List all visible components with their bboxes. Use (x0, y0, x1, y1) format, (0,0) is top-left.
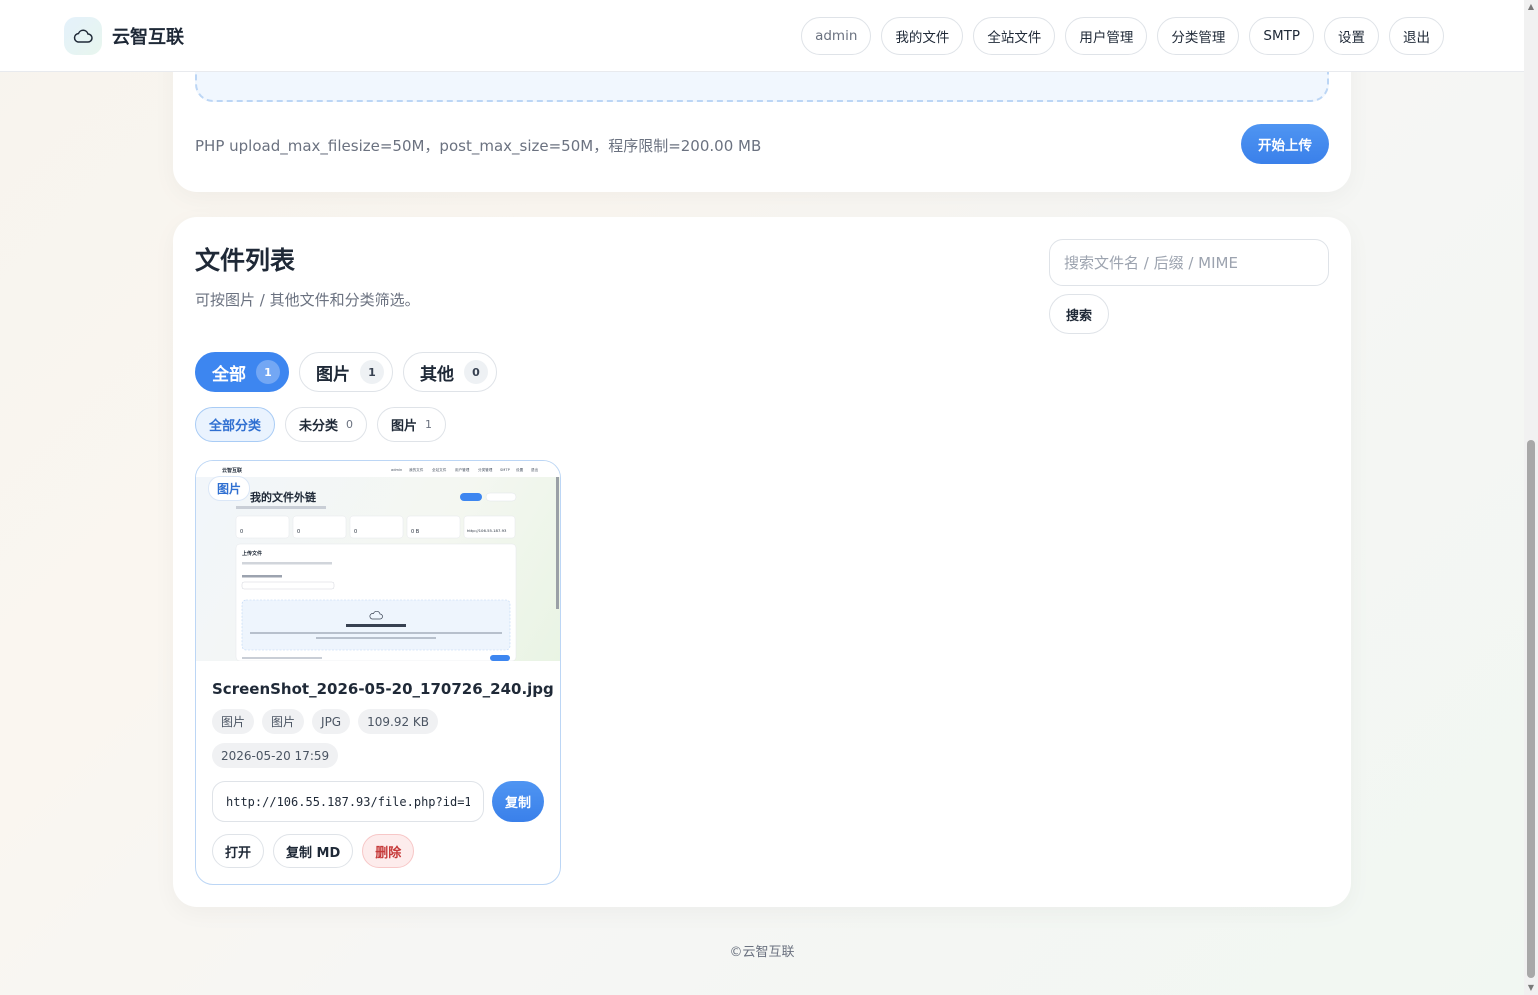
category-tab-label: 全部分类 (209, 419, 262, 434)
footer-copyright: ©云智互联 (729, 945, 795, 960)
meta-chip-type: 图片 (212, 709, 255, 734)
type-tab-other[interactable]: 其他 0 (403, 352, 497, 392)
category-tab-label: 未分类 (299, 419, 339, 434)
copy-link-button[interactable]: 复制 (492, 781, 544, 822)
category-tab-uncategorized[interactable]: 未分类 0 (285, 407, 368, 442)
nav-user-admin[interactable]: admin (801, 17, 872, 55)
svg-text:admin: admin (391, 468, 402, 472)
file-link-field[interactable] (212, 781, 484, 822)
nav-category-management[interactable]: 分类管理 (1157, 17, 1240, 55)
type-tab-count: 0 (464, 360, 488, 384)
thumb-section-title: 上传文件 (242, 550, 262, 557)
file-name: ScreenShot_2026-05-20_170726_240.jpg (212, 680, 554, 698)
start-upload-button[interactable]: 开始上传 (1241, 124, 1329, 164)
svg-text:分类管理: 分类管理 (478, 467, 493, 472)
category-filter-tabs: 全部分类 未分类 0 图片 1 (195, 407, 447, 442)
category-tab-all[interactable]: 全部分类 (195, 407, 276, 442)
type-tab-label: 其他 (420, 364, 454, 385)
file-date-row: 2026-05-20 17:59 (212, 743, 339, 768)
category-tab-count: 1 (425, 418, 433, 431)
file-meta-row: 图片 图片 JPG 109.92 KB (212, 709, 439, 734)
file-card: 图片 云智互联 admin 我的文件 全站文件 用户管理 分类管理 SMTP 设… (195, 460, 561, 885)
thumb-brand: 云智互联 (222, 467, 242, 474)
brand-name: 云智互联 (112, 27, 184, 48)
meta-chip-extension: JPG (312, 709, 351, 734)
thumbnail-preview-image: 云智互联 admin 我的文件 全站文件 用户管理 分类管理 SMTP 设置 退… (196, 461, 560, 661)
nav-site-files[interactable]: 全站文件 (973, 17, 1056, 55)
category-tab-images[interactable]: 图片 1 (377, 407, 447, 442)
scroll-up-arrow-icon[interactable]: ▲ (1526, 2, 1536, 12)
type-tab-label: 全部 (212, 364, 246, 385)
file-list-subtitle: 可按图片 / 其他文件和分类筛选。 (195, 291, 420, 309)
svg-text:全站文件: 全站文件 (432, 467, 447, 472)
delete-file-button[interactable]: 删除 (362, 834, 415, 868)
open-file-button[interactable]: 打开 (212, 834, 265, 868)
file-actions: 打开 复制 MD 删除 (212, 834, 415, 868)
nav-my-files[interactable]: 我的文件 (881, 17, 964, 55)
meta-chip-size: 109.92 KB (358, 709, 439, 734)
nav-logout[interactable]: 退出 (1389, 17, 1444, 55)
svg-text:0: 0 (297, 529, 300, 535)
upload-limit-text: PHP upload_max_filesize=50M，post_max_siz… (195, 137, 762, 155)
cloud-icon (64, 17, 102, 55)
type-tab-count: 1 (360, 360, 384, 384)
type-tab-count: 1 (256, 360, 280, 384)
svg-text:0 B: 0 B (411, 529, 420, 535)
top-navbar: 云智互联 admin 我的文件 全站文件 用户管理 分类管理 SMTP 设置 退… (0, 0, 1524, 72)
svg-text:0: 0 (354, 529, 357, 535)
type-filter-tabs: 全部 1 图片 1 其他 0 (195, 352, 497, 392)
category-tab-count: 0 (346, 418, 354, 431)
svg-text:0: 0 (240, 529, 243, 535)
copy-markdown-button[interactable]: 复制 MD (273, 834, 354, 868)
search-input[interactable] (1049, 239, 1329, 286)
type-tab-label: 图片 (316, 364, 350, 385)
search-button[interactable]: 搜索 (1049, 294, 1110, 334)
nav-smtp[interactable]: SMTP (1249, 17, 1314, 55)
category-tab-label: 图片 (391, 419, 418, 434)
type-tab-all[interactable]: 全部 1 (195, 352, 289, 392)
svg-text:我的文件: 我的文件 (409, 467, 424, 472)
file-type-badge: 图片 (208, 476, 251, 501)
svg-text:http://106.55.187.93: http://106.55.187.93 (467, 528, 507, 533)
meta-chip-date: 2026-05-20 17:59 (212, 743, 339, 768)
scroll-down-arrow-icon[interactable]: ▼ (1526, 983, 1536, 993)
page-scrollbar[interactable]: ▲ ▼ (1524, 0, 1538, 995)
meta-chip-category: 图片 (262, 709, 305, 734)
file-list-title: 文件列表 (195, 246, 296, 275)
brand[interactable]: 云智互联 (64, 17, 184, 55)
nav-user-management[interactable]: 用户管理 (1065, 17, 1148, 55)
nav-menu: admin 我的文件 全站文件 用户管理 分类管理 SMTP 设置 退出 (801, 17, 1444, 55)
file-thumbnail[interactable]: 图片 云智互联 admin 我的文件 全站文件 用户管理 分类管理 SMTP 设… (196, 461, 560, 661)
nav-settings[interactable]: 设置 (1324, 17, 1379, 55)
scrollbar-thumb[interactable] (1527, 440, 1535, 978)
svg-text:设置: 设置 (516, 467, 524, 472)
file-list-card: 文件列表 可按图片 / 其他文件和分类筛选。 搜索 全部 1 图片 1 其他 0… (173, 217, 1351, 907)
svg-text:用户管理: 用户管理 (455, 467, 470, 472)
svg-text:SMTP: SMTP (500, 468, 511, 472)
thumb-title: 我的文件外链 (250, 490, 317, 504)
svg-text:退出: 退出 (531, 467, 539, 472)
type-tab-images[interactable]: 图片 1 (299, 352, 393, 392)
